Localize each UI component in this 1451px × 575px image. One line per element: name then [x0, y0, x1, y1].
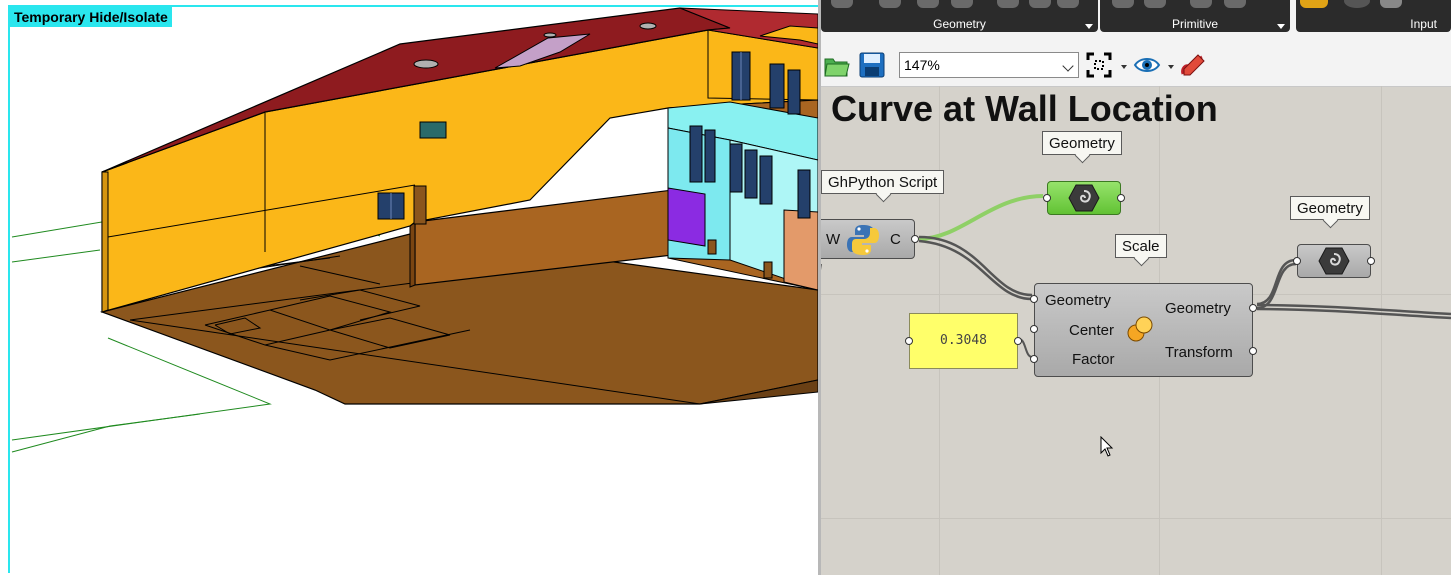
ribbon-component-icon[interactable] — [1300, 0, 1328, 8]
chevron-down-icon — [1062, 60, 1074, 72]
panel-output-port[interactable] — [1014, 337, 1022, 345]
save-disk-icon[interactable] — [858, 51, 886, 79]
isolate-frame — [8, 5, 818, 573]
zoom-level-select[interactable]: 147% — [899, 52, 1079, 78]
component-ribbon: Geometry Primitive Input — [821, 0, 1451, 34]
geometry-hex-icon — [1318, 247, 1350, 275]
factor-value: 0.3048 — [940, 333, 987, 348]
ghpython-component[interactable]: W C — [821, 219, 919, 259]
ribbon-group-label: Geometry — [933, 17, 986, 31]
geometry-input-port[interactable] — [1293, 257, 1301, 265]
geometry-tooltip: Geometry — [1290, 196, 1370, 220]
geometry-output-port[interactable] — [1117, 194, 1125, 202]
ribbon-component-icon[interactable] — [951, 0, 973, 8]
scale-input-factor: Factor — [1072, 351, 1115, 368]
python-input-label: W — [826, 231, 841, 248]
scale-tooltip: Scale — [1115, 234, 1167, 258]
geometry-output-port[interactable] — [1367, 257, 1375, 265]
expand-arrow-icon[interactable] — [1085, 24, 1093, 29]
scale-input-port[interactable] — [1030, 355, 1038, 363]
python-output-label: C — [890, 231, 901, 248]
ribbon-component-icon[interactable] — [1380, 0, 1402, 8]
zoom-value: 147% — [904, 57, 940, 73]
scale-output-port[interactable] — [1249, 347, 1257, 355]
zoom-extents-icon[interactable] — [1085, 51, 1113, 79]
geometry-hex-icon — [1068, 184, 1100, 212]
ribbon-component-icon[interactable] — [917, 0, 939, 8]
temporary-hide-isolate-label: Temporary Hide/Isolate — [10, 7, 172, 27]
scale-input-port[interactable] — [1030, 295, 1038, 303]
ribbon-component-icon[interactable] — [831, 0, 853, 8]
pen-icon[interactable] — [1178, 51, 1206, 79]
factor-number-panel[interactable]: 0.3048 — [905, 313, 1022, 369]
ribbon-component-icon[interactable] — [1144, 0, 1166, 8]
scale-input-geometry: Geometry — [1045, 292, 1111, 309]
grasshopper-canvas[interactable]: Curve at Wall Location GhPython Script G… — [821, 86, 1451, 575]
scale-output-geometry: Geometry — [1165, 300, 1231, 317]
geometry-tooltip: Geometry — [1042, 131, 1122, 155]
scale-sphere-icon — [1127, 316, 1153, 342]
ribbon-component-icon[interactable] — [1224, 0, 1246, 8]
geometry-param-selected[interactable] — [1043, 181, 1125, 215]
geometry-param[interactable] — [1293, 244, 1375, 278]
ribbon-group-label: Input — [1410, 17, 1437, 31]
preview-menu-caret-icon[interactable] — [1168, 65, 1174, 69]
ribbon-component-icon[interactable] — [1190, 0, 1212, 8]
geometry-input-port[interactable] — [1043, 194, 1051, 202]
scale-input-center: Center — [1069, 322, 1115, 339]
ribbon-component-icon[interactable] — [879, 0, 901, 8]
zoom-menu-caret-icon[interactable] — [1121, 65, 1127, 69]
mouse-cursor-icon — [1100, 436, 1114, 457]
ribbon-component-icon[interactable] — [1344, 0, 1370, 8]
scale-output-port[interactable] — [1249, 304, 1257, 312]
revit-3d-viewport[interactable]: Temporary Hide/Isolate — [0, 0, 818, 575]
panel-input-port[interactable] — [905, 337, 913, 345]
ribbon-component-icon[interactable] — [1029, 0, 1051, 8]
grasshopper-window: Geometry Primitive Input 147% Curve at W… — [821, 0, 1451, 575]
expand-arrow-icon[interactable] — [1277, 24, 1285, 29]
eye-icon[interactable] — [1133, 51, 1161, 79]
python-tooltip: GhPython Script — [821, 170, 945, 194]
ribbon-component-icon[interactable] — [1057, 0, 1079, 8]
ribbon-group-geometry[interactable]: Geometry — [821, 0, 1098, 32]
scale-input-port[interactable] — [1030, 325, 1038, 333]
ribbon-group-label: Primitive — [1171, 17, 1218, 31]
ribbon-component-icon[interactable] — [1112, 0, 1134, 8]
ribbon-group-input[interactable]: Input — [1296, 0, 1451, 32]
ribbon-component-icon[interactable] — [997, 0, 1019, 8]
ribbon-group-primitive[interactable]: Primitive — [1100, 0, 1290, 32]
python-logo-icon — [847, 225, 879, 255]
scale-component[interactable]: Geometry Center Factor Geometry Transfor… — [1030, 283, 1257, 377]
open-folder-icon[interactable] — [823, 51, 851, 79]
scale-output-transform: Transform — [1165, 344, 1233, 361]
python-output-port[interactable] — [911, 235, 919, 243]
